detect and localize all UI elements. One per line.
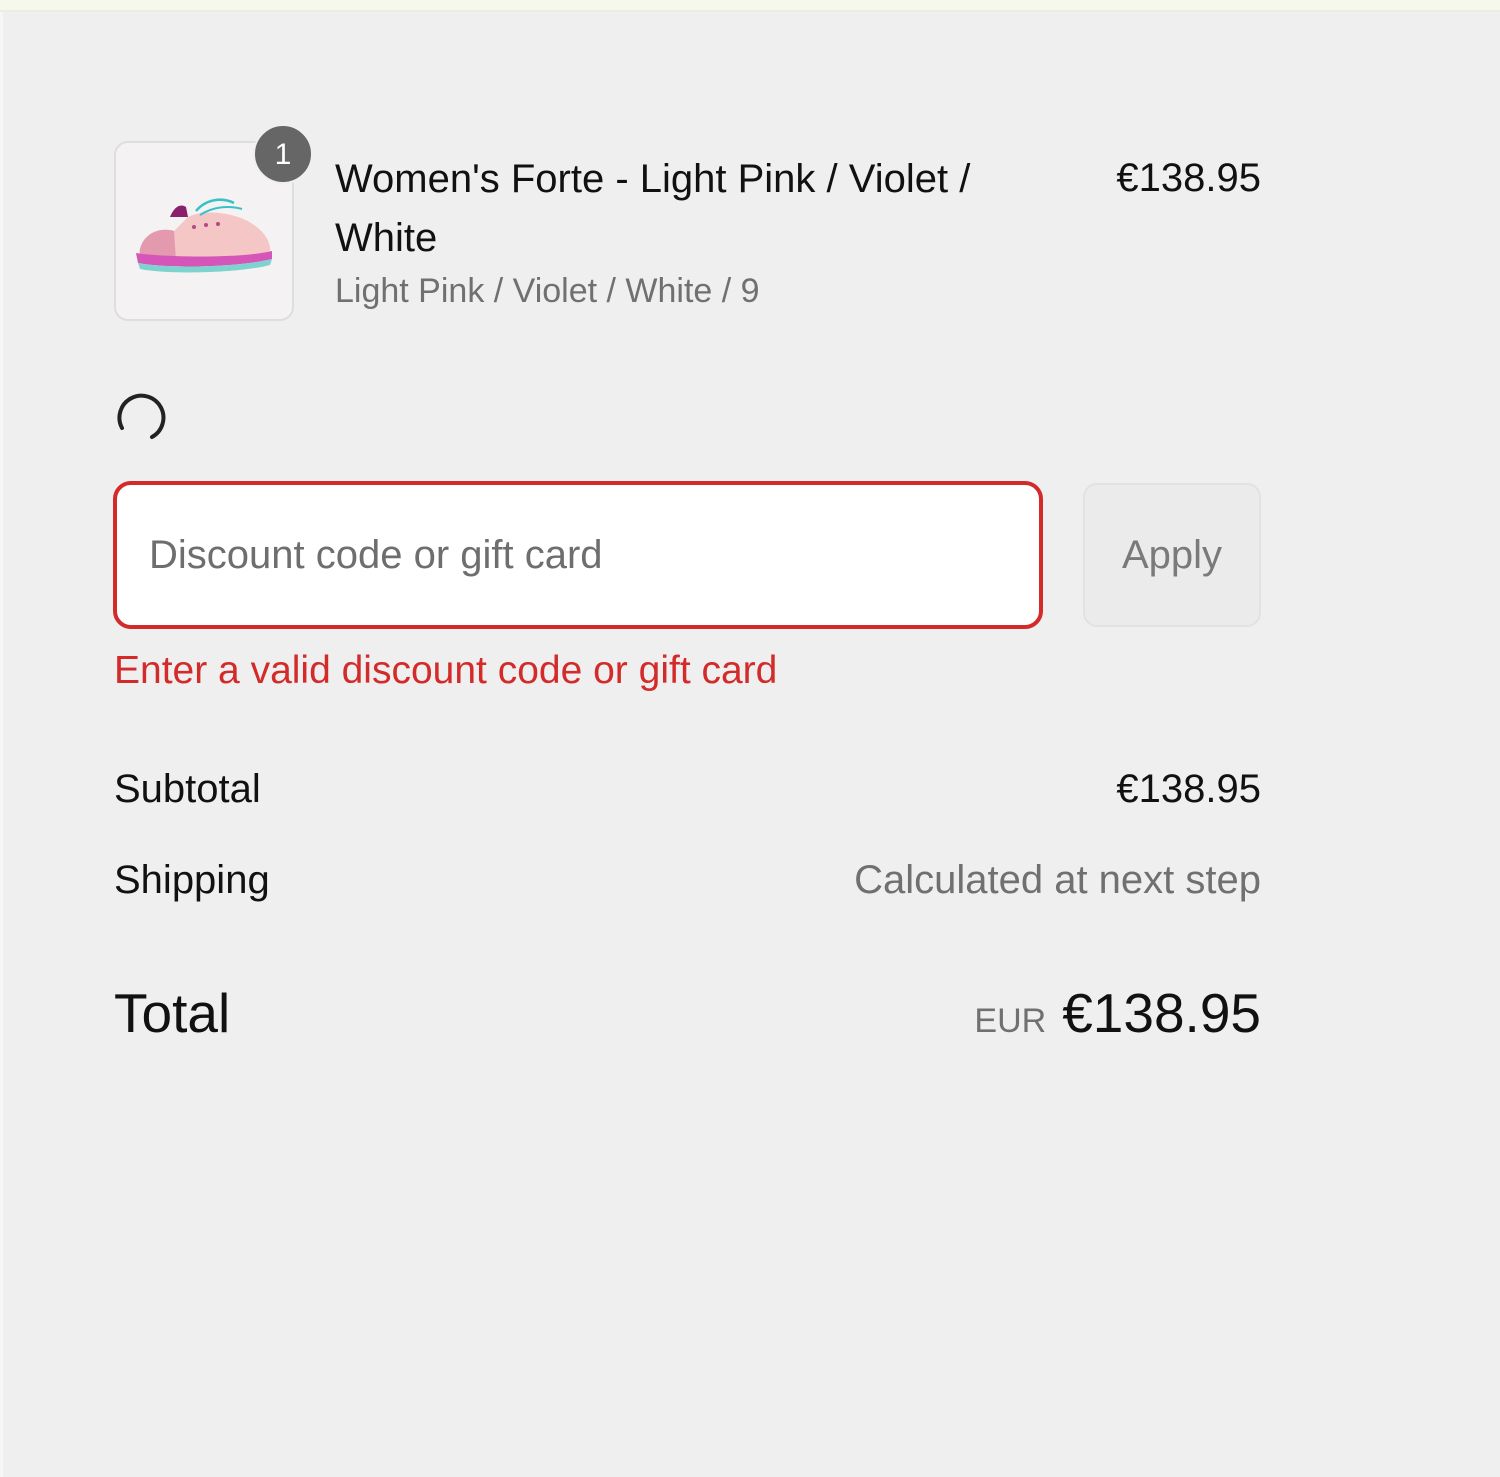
apply-discount-button[interactable]: Apply [1083, 483, 1261, 627]
sneaker-image [136, 198, 272, 273]
discount-code-input[interactable] [113, 481, 1043, 629]
page-top-edge [0, 0, 1500, 12]
product-price: €138.95 [1116, 156, 1261, 200]
loading-spinner-icon [117, 393, 166, 439]
discount-error-message: Enter a valid discount code or gift card [114, 649, 778, 692]
subtotal-label: Subtotal [114, 767, 261, 811]
total-value: EUR €138.95 [974, 983, 1261, 1043]
shipping-label: Shipping [114, 858, 270, 902]
shipping-value: Calculated at next step [854, 858, 1261, 902]
total-label: Total [114, 982, 231, 1044]
product-title: Women's Forte - Light Pink / Violet / Wh… [335, 157, 971, 260]
quantity-badge: 1 [253, 124, 313, 184]
total-currency: EUR [974, 1002, 1047, 1040]
total-amount: €138.95 [1062, 982, 1261, 1044]
product-variant: Light Pink / Violet / White / 9 [335, 272, 760, 310]
subtotal-value: €138.95 [1116, 767, 1261, 811]
